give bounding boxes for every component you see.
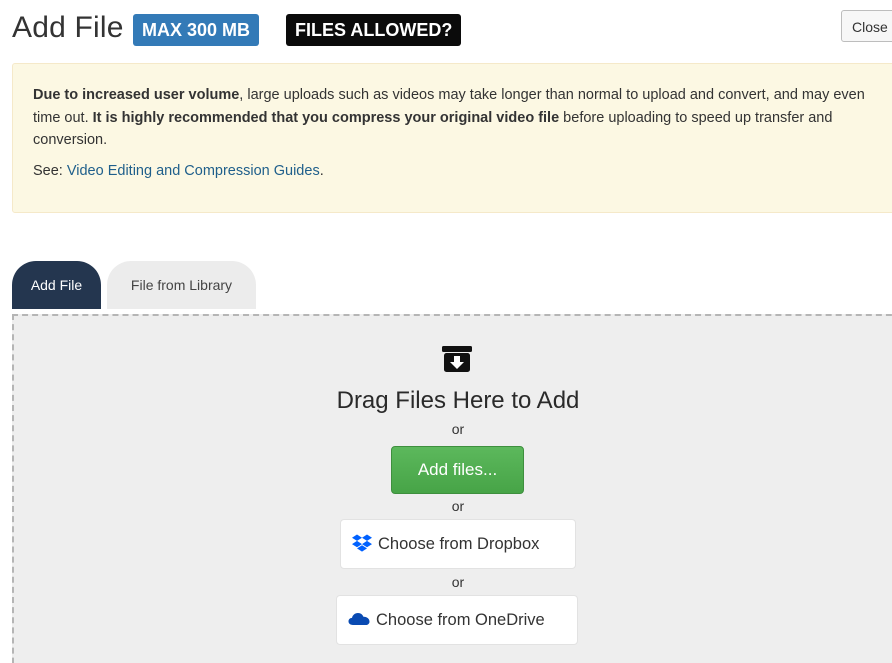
download-box-icon — [442, 346, 472, 372]
close-button[interactable]: Close — [841, 10, 892, 42]
drag-files-text: Drag Files Here to Add — [336, 387, 580, 414]
dropbox-label: Choose from Dropbox — [378, 535, 540, 553]
guides-suffix: . — [319, 162, 324, 179]
choose-dropbox-button[interactable]: Choose from Dropbox — [340, 519, 576, 569]
tab-file-from-library[interactable]: File from Library — [107, 261, 256, 309]
add-files-button[interactable]: Add files... — [391, 446, 524, 494]
files-allowed-badge[interactable]: FILES ALLOWED? — [286, 14, 462, 46]
or-separator-1: or — [451, 421, 465, 437]
onedrive-label: Choose from OneDrive — [376, 611, 545, 629]
dropbox-icon — [352, 534, 372, 552]
or-separator-2: or — [451, 498, 465, 514]
warning-bold-volume: Due to increased user volume — [33, 87, 240, 103]
dialog-header: Add File MAX 300 MB FILES ALLOWED? Close — [0, 0, 892, 60]
max-size-badge: MAX 300 MB — [133, 14, 260, 46]
guides-paragraph: See: Video Editing and Compression Guide… — [33, 160, 873, 183]
warning-paragraph: Due to increased user volume, large uplo… — [33, 84, 873, 152]
or-separator-3: or — [451, 574, 465, 590]
dialog-title: Add File — [12, 11, 124, 44]
warning-bold-compress: It is highly recommended that you compre… — [92, 109, 560, 126]
add-file-dialog: Add File MAX 300 MB FILES ALLOWED? Close… — [0, 0, 892, 663]
choose-onedrive-button[interactable]: Choose from OneDrive — [336, 595, 578, 645]
tab-add-file[interactable]: Add File — [12, 261, 101, 309]
guides-prefix: See: — [33, 162, 67, 179]
upload-warning-box: Due to increased user volume, large uplo… — [12, 63, 892, 213]
compression-guides-link[interactable]: Video Editing and Compression Guides — [67, 163, 320, 179]
onedrive-cloud-icon — [348, 612, 370, 625]
